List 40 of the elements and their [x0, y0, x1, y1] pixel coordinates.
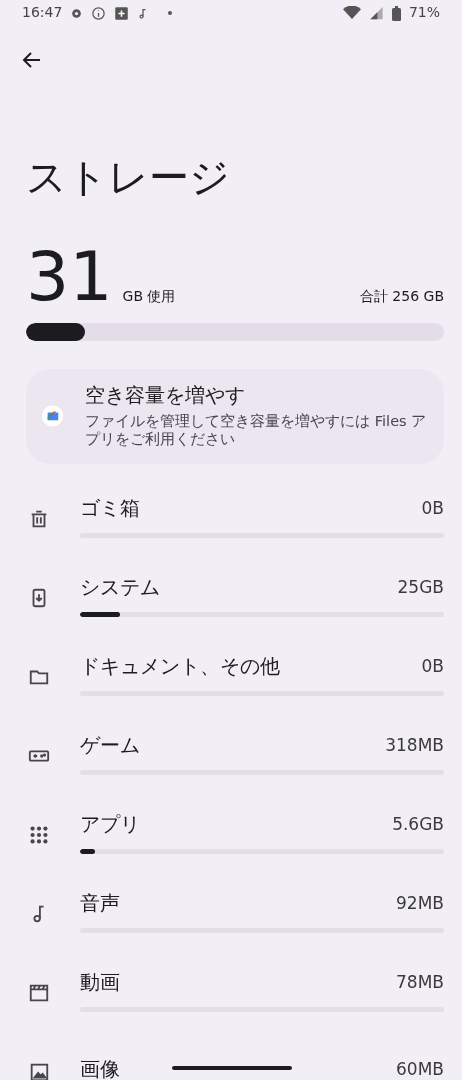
storage-category[interactable]: アプリ 5.6GB — [0, 792, 462, 872]
plus-square-icon — [114, 5, 130, 21]
info-icon — [91, 5, 107, 21]
category-size: 60MB — [396, 1059, 444, 1080]
category-name: 音声 — [80, 890, 120, 916]
storage-category[interactable]: 音声 92MB — [0, 871, 462, 951]
page-title: ストレージ — [26, 153, 231, 201]
category-size: 0B — [421, 655, 444, 677]
storage-category[interactable]: ゲーム 318MB — [0, 713, 462, 793]
category-size: 318MB — [385, 734, 444, 756]
status-time: 16:47 — [22, 4, 63, 22]
grid-icon — [28, 823, 50, 846]
free-up-card[interactable]: 空き容量を増やす ファイルを管理して空き容量を増やすには Files アプリをご利用ください — [26, 369, 444, 465]
wifi-icon — [342, 6, 361, 20]
storage-category[interactable]: ドキュメント、その他 0B — [0, 634, 462, 714]
category-name: 画像 — [80, 1057, 120, 1080]
category-name: システム — [80, 574, 160, 600]
category-name: ゲーム — [80, 732, 140, 758]
battery-percent: 71% — [408, 4, 440, 22]
category-name: アプリ — [80, 811, 140, 837]
card-title: 空き容量を増やす — [85, 383, 247, 408]
used-amount: 31 — [26, 243, 113, 311]
category-name: 動画 — [80, 969, 120, 995]
category-size: 0B — [421, 497, 444, 519]
signal-icon — [368, 6, 384, 20]
storage-category[interactable]: 動画 78MB — [0, 950, 462, 1030]
dot-icon — [167, 10, 174, 16]
category-name: ゴミ箱 — [80, 495, 140, 521]
category-size: 92MB — [396, 892, 444, 914]
battery-icon — [391, 5, 401, 21]
used-unit: GB 使用 — [122, 287, 176, 305]
card-description: ファイルを管理して空き容量を増やすには Files アプリをご利用ください — [85, 412, 428, 449]
category-size: 5.6GB — [392, 813, 444, 835]
storage-category[interactable]: 画像 60MB — [0, 1029, 462, 1080]
category-size: 78MB — [396, 971, 444, 993]
storage-category[interactable]: ゴミ箱 0B — [0, 476, 462, 556]
category-size: 25GB — [397, 576, 444, 598]
total-capacity: 合計 256 GB — [359, 287, 444, 305]
storage-category[interactable]: システム 25GB — [0, 555, 462, 635]
category-name: ドキュメント、その他 — [80, 653, 280, 679]
